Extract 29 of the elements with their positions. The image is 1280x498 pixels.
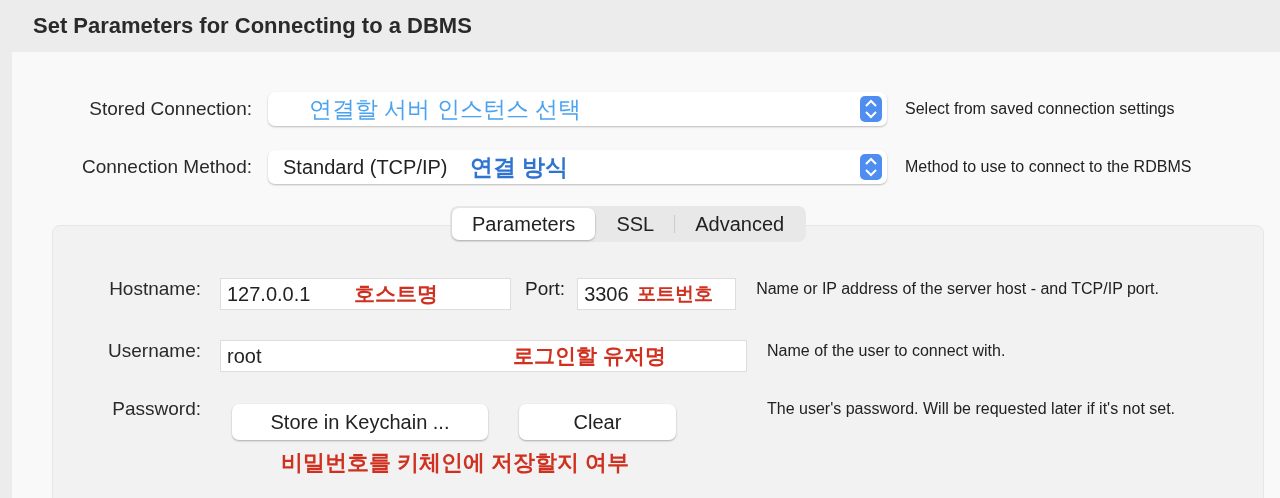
- annotation-text: 비밀번호를 키체인에 저장할지 여부: [281, 449, 631, 477]
- field-label: Hostname:: [108, 278, 201, 300]
- annotation-text: 포트번호: [636, 282, 713, 306]
- input-field[interactable]: 3306 포트번호: [577, 278, 737, 310]
- field-label: Port:: [525, 278, 566, 300]
- stepper-icon: [860, 96, 882, 122]
- annotation-text: 로그인할 유저명: [513, 343, 667, 369]
- tab[interactable]: Parameters: [452, 208, 596, 240]
- dialog-title: Set Parameters for Connecting to a DBMS: [33, 13, 472, 39]
- dropdown-field[interactable]: Standard (TCP/IP) 연결 방식: [268, 150, 887, 184]
- field-label: Username:: [107, 340, 201, 362]
- field-description: Select from saved connection settings: [905, 100, 1175, 118]
- annotation-text: 연결할 서버 인스턴스 선택: [309, 94, 582, 124]
- field-description: Name or IP address of the server host - and TCP/IP port.: [756, 279, 1160, 299]
- field-label: Password:: [111, 398, 201, 420]
- field-description: Method to use to connect to the RDBMS: [905, 158, 1192, 176]
- clear-button[interactable]: Clear: [519, 404, 676, 440]
- tab[interactable]: Advanced: [675, 208, 805, 240]
- annotation-text: 호스트명: [354, 281, 439, 307]
- annotation-text: 연결 방식: [469, 152, 568, 182]
- field-label: Connection Method:: [80, 156, 252, 178]
- field-description: The user's password. Will be requested later if it's not set.: [767, 399, 1177, 419]
- tab[interactable]: SSL: [596, 208, 675, 240]
- input-field[interactable]: 127.0.0.1 호스트명: [220, 278, 511, 310]
- store-button[interactable]: Store in Keychain ...: [232, 404, 488, 440]
- field-description: Name of the user to connect with.: [767, 341, 1007, 361]
- stepper-icon: [860, 154, 882, 180]
- field-label: Stored Connection:: [88, 98, 252, 120]
- input-field[interactable]: root 로그인할 유저명: [220, 340, 747, 372]
